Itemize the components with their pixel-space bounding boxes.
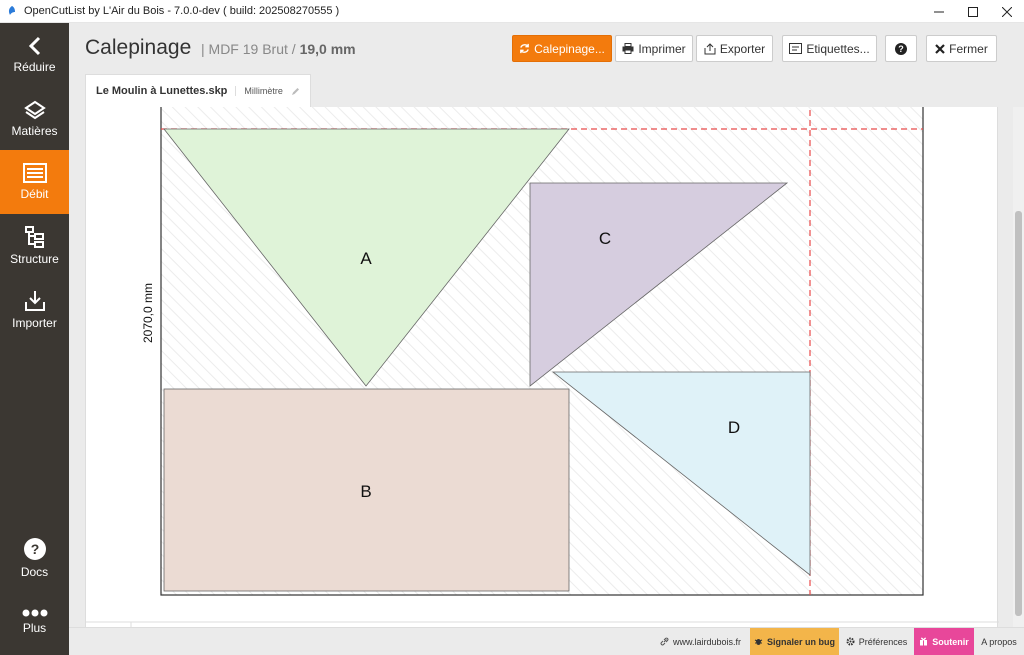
maximize-icon (968, 6, 978, 17)
height-dimension-label: 2070,0 mm (141, 283, 155, 343)
part-label-b: B (360, 482, 371, 501)
about-button[interactable]: A propos (974, 628, 1024, 655)
print-button[interactable]: Imprimer (615, 35, 693, 62)
sidebar-item-label: Matières (11, 124, 58, 138)
sidebar-item-label: Importer (12, 316, 57, 330)
close-button-label: Fermer (949, 41, 988, 56)
gear-icon (846, 637, 855, 646)
support-label: Soutenir (932, 636, 969, 647)
refresh-icon (520, 43, 529, 54)
gift-icon (920, 637, 928, 646)
sidebar-item-label: Plus (22, 621, 47, 635)
sidebar-item-plus[interactable]: Plus (0, 590, 69, 654)
part-label-c: C (599, 229, 611, 248)
import-icon (24, 291, 45, 311)
material-info: | MDF 19 Brut / 19,0 mm (197, 41, 356, 57)
calepinage-button-label: Calepinage... (534, 41, 605, 56)
title-separator: / (291, 41, 296, 57)
cutting-diagram: A B C D 2070,0 mm (86, 107, 999, 627)
close-button[interactable]: Fermer (926, 35, 997, 62)
labels-button[interactable]: Etiquettes... (782, 35, 877, 62)
support-button[interactable]: Soutenir (914, 628, 974, 655)
sidebar-item-label: Débit (20, 187, 49, 201)
more-dots-icon (22, 609, 47, 617)
pencil-icon[interactable] (291, 87, 300, 96)
sidebar: Réduire Matières Débit Structure Importe… (0, 23, 69, 655)
help-button[interactable]: ? (885, 35, 917, 62)
file-name: Le Moulin à Lunettes.skp (96, 85, 228, 97)
header: Calepinage | MDF 19 Brut / 19,0 mm Calep… (69, 23, 1024, 107)
sidebar-item-reduire[interactable]: Réduire (0, 23, 69, 87)
calepinage-button[interactable]: Calepinage... (512, 35, 612, 62)
layout-panel: A B C D 2070,0 mm (85, 107, 999, 627)
minimize-button[interactable] (922, 0, 956, 23)
content-area: A B C D 2070,0 mm (69, 107, 1013, 627)
sidebar-item-label: Docs (20, 565, 49, 579)
window-title: OpenCutList by L'Air du Bois - 7.0.0-dev… (24, 5, 340, 17)
report-bug-button[interactable]: Signaler un bug (750, 628, 839, 655)
export-button-label: Exporter (719, 41, 766, 56)
file-tab[interactable]: Le Moulin à Lunettes.skp Millimètre (85, 74, 311, 107)
preferences-button[interactable]: Préférences (839, 628, 914, 655)
page-title-text: Calepinage (85, 36, 192, 59)
footer: www.lairdubois.fr Signaler un bug Préfér… (69, 627, 1024, 655)
sidebar-item-label: Réduire (13, 60, 56, 74)
minimize-icon (934, 11, 944, 12)
help-circle-icon: ? (23, 538, 46, 560)
printer-icon (622, 43, 634, 54)
scrollbar-thumb[interactable] (1015, 211, 1022, 616)
sidebar-item-label: Structure (10, 252, 59, 266)
close-icon (1002, 6, 1012, 17)
window-close-button[interactable] (990, 0, 1024, 23)
material-thickness: 19,0 mm (299, 41, 356, 57)
export-icon (704, 42, 716, 54)
part-label-d: D (728, 418, 740, 437)
sidebar-item-structure[interactable]: Structure (0, 214, 69, 278)
material-name: MDF 19 Brut (208, 41, 288, 57)
svg-text:?: ? (30, 541, 39, 557)
website-link-label: www.lairdubois.fr (672, 636, 742, 647)
sidebar-item-docs[interactable]: ? Docs (0, 526, 69, 590)
unit-label: Millimètre (235, 86, 283, 96)
sidebar-item-importer[interactable]: Importer (0, 278, 69, 342)
window-titlebar: OpenCutList by L'Air du Bois - 7.0.0-dev… (0, 0, 1024, 23)
chevron-left-icon (28, 36, 40, 56)
structure-icon (24, 226, 44, 248)
cutlist-icon (22, 163, 47, 183)
website-link[interactable]: www.lairdubois.fr (653, 628, 748, 655)
help-circle-icon: ? (895, 42, 907, 55)
svg-text:?: ? (898, 44, 904, 54)
about-label: A propos (981, 636, 1017, 647)
export-button[interactable]: Exporter (696, 35, 773, 62)
page-title: Calepinage | MDF 19 Brut / 19,0 mm (85, 36, 356, 60)
close-icon (935, 43, 945, 54)
labels-button-label: Etiquettes... (806, 41, 870, 56)
report-bug-label: Signaler un bug (766, 636, 835, 647)
sidebar-item-debit[interactable]: Débit (0, 150, 69, 214)
materials-icon (23, 100, 46, 120)
vertical-scrollbar[interactable] (1013, 107, 1024, 627)
print-button-label: Imprimer (638, 41, 686, 56)
maximize-button[interactable] (956, 0, 990, 23)
bug-icon (754, 639, 763, 645)
part-label-a: A (360, 249, 372, 268)
app-logo-icon (8, 6, 15, 15)
preferences-label: Préférences (858, 636, 908, 647)
sidebar-item-matieres[interactable]: Matières (0, 87, 69, 151)
link-icon (660, 637, 669, 646)
label-icon (789, 43, 803, 54)
